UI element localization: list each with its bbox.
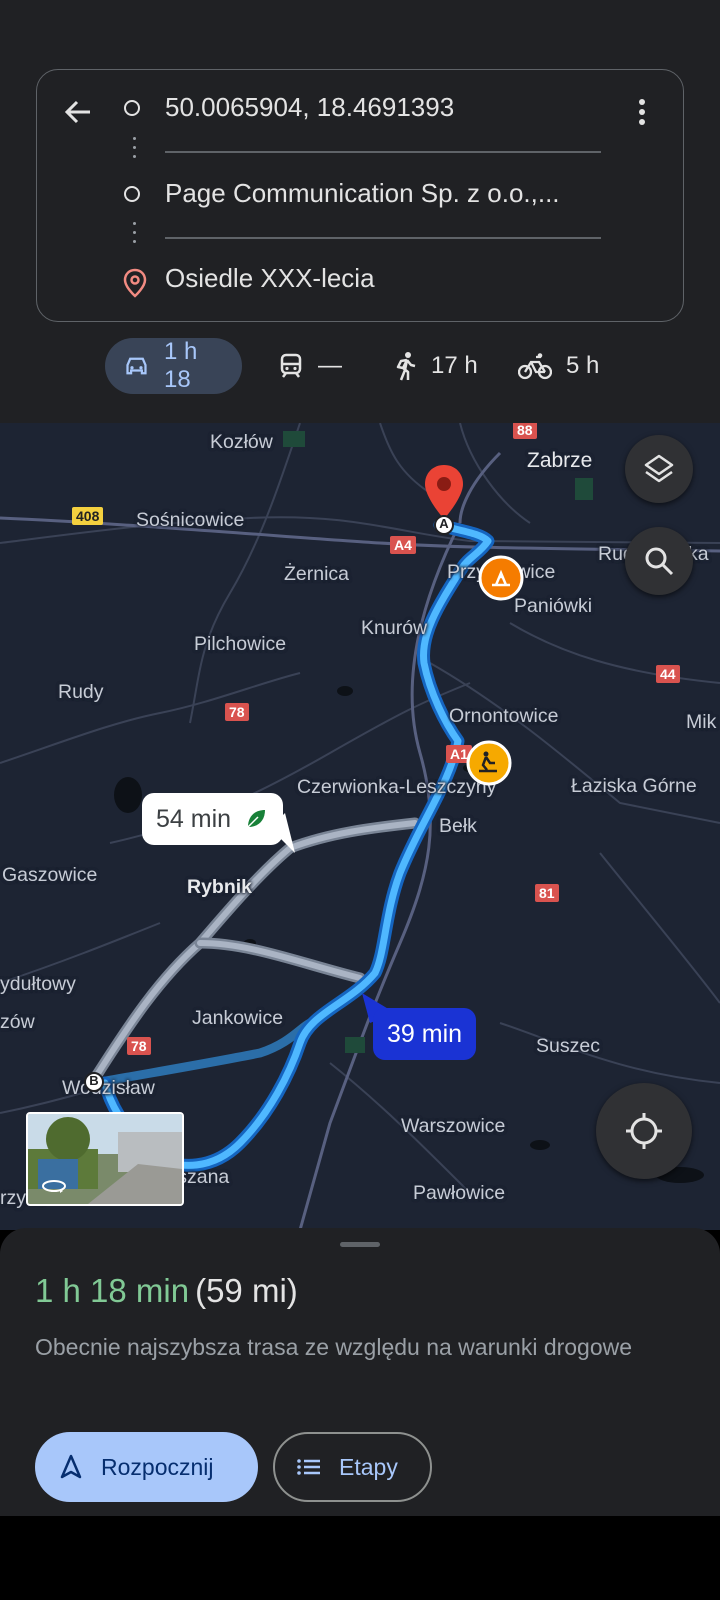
my-location-button[interactable] (596, 1083, 692, 1179)
route-distance: (59 mi) (195, 1272, 298, 1309)
origin-dot-icon (124, 100, 140, 116)
alt-route-time-bubble[interactable]: 54 min (142, 793, 284, 845)
divider (165, 237, 601, 239)
place-label: Suszec (536, 1035, 600, 1057)
road-shield: A4 (390, 536, 416, 554)
place-label: Zabrze (527, 449, 593, 472)
connector-dots (133, 137, 137, 164)
road-shield: 78 (127, 1037, 151, 1055)
bike-icon (518, 353, 552, 380)
connector-dots (133, 222, 137, 249)
place-label: zów (0, 1011, 35, 1033)
layers-button[interactable] (625, 435, 693, 503)
road-shield: 44 (656, 665, 680, 683)
list-icon (297, 1459, 320, 1475)
navigation-arrow-icon (60, 1454, 82, 1479)
place-label: Bełk (439, 815, 477, 837)
place-label: Sośnicowice (136, 509, 245, 531)
route-summary: 1 h 18 min (59 mi) (35, 1272, 298, 1310)
tab-car[interactable]: 1 h 18 (105, 338, 242, 394)
origin-field[interactable]: 50.0065904, 18.4691393 (165, 92, 454, 123)
place-label: ydułtowy (0, 973, 76, 995)
road-shield: 408 (72, 507, 104, 525)
place-label: Jankowice (192, 1007, 284, 1029)
crosshair-icon (626, 1113, 662, 1149)
place-label: Żernica (284, 563, 350, 585)
drag-handle[interactable] (340, 1242, 380, 1247)
place-label: Knurów (361, 617, 428, 639)
road-shield: 78 (225, 703, 249, 721)
place-label: Mik (686, 711, 717, 733)
place-label: Ornontowice (449, 705, 559, 727)
steps-label: Etapy (339, 1453, 398, 1480)
place-label: Warszowice (401, 1115, 506, 1137)
search-button[interactable] (625, 527, 693, 595)
eco-leaf-icon (247, 810, 266, 828)
place-label: Łaziska Górne (571, 775, 697, 797)
place-label: Paniówki (514, 595, 593, 617)
layers-icon (644, 454, 674, 483)
marker-b-label: B (89, 1073, 99, 1088)
marker-a-label: A (439, 516, 449, 531)
route-time: 1 h 18 min (35, 1272, 190, 1309)
tab-transit-label: — (318, 352, 342, 379)
rotate-360-icon (42, 1180, 66, 1193)
search-icon (645, 547, 674, 576)
map-view[interactable]: Kozłów Zabrze Sośnicowice Żernica Przysz… (0, 423, 720, 1230)
tab-bike-label: 5 h (566, 352, 600, 379)
place-label: Wodzisław (62, 1077, 155, 1099)
directions-panel: 50.0065904, 18.4691393 Page Communicatio… (0, 0, 720, 423)
road-shield: 88 (513, 423, 537, 439)
route-summary-sheet[interactable]: 1 h 18 min (59 mi) Obecnie najszybsza tra… (0, 1228, 720, 1516)
waypoint-dot-icon (124, 186, 140, 202)
start-label: Rozpocznij (101, 1453, 214, 1480)
tab-bike[interactable]: 5 h (518, 338, 599, 394)
steps-button[interactable]: Etapy (273, 1432, 432, 1502)
destination-pin-icon (123, 268, 147, 298)
tab-walk-label: 17 h (431, 352, 478, 379)
place-label: Rybnik (187, 876, 253, 898)
street-view-thumbnail[interactable] (26, 1112, 184, 1206)
train-icon (280, 353, 302, 378)
waypoint-field[interactable]: Page Communication Sp. z o.o.,... (165, 178, 560, 209)
car-icon (126, 357, 147, 375)
main-route-time: 39 min (387, 1019, 463, 1048)
tab-transit[interactable]: — (278, 338, 342, 394)
roadwork-warning-icon[interactable] (466, 740, 512, 786)
place-label: Rudy (58, 681, 104, 703)
more-options-icon[interactable] (626, 92, 658, 132)
roadwork-warning-icon[interactable] (478, 555, 524, 601)
main-route-time-bubble[interactable]: 39 min (373, 1008, 477, 1060)
place-label: Pilchowice (194, 633, 287, 655)
tab-car-label: 1 h 18 (163, 338, 198, 393)
destination-field[interactable]: Osiedle XXX-lecia (165, 263, 375, 294)
alt-route-time: 54 min (156, 804, 232, 833)
travel-mode-tabs: 1 h 18 — 17 h 5 h (0, 338, 720, 394)
start-navigation-button[interactable]: Rozpocznij (35, 1432, 258, 1502)
place-label: Gaszowice (2, 864, 98, 886)
divider (165, 151, 601, 153)
walk-icon (396, 352, 416, 381)
place-label: Kozłów (210, 431, 273, 453)
tab-walk[interactable]: 17 h (395, 338, 478, 394)
place-label: Pawłowice (413, 1182, 506, 1204)
route-description: Obecnie najszybsza trasa ze względu na w… (35, 1334, 633, 1360)
road-shield: 81 (535, 884, 559, 902)
